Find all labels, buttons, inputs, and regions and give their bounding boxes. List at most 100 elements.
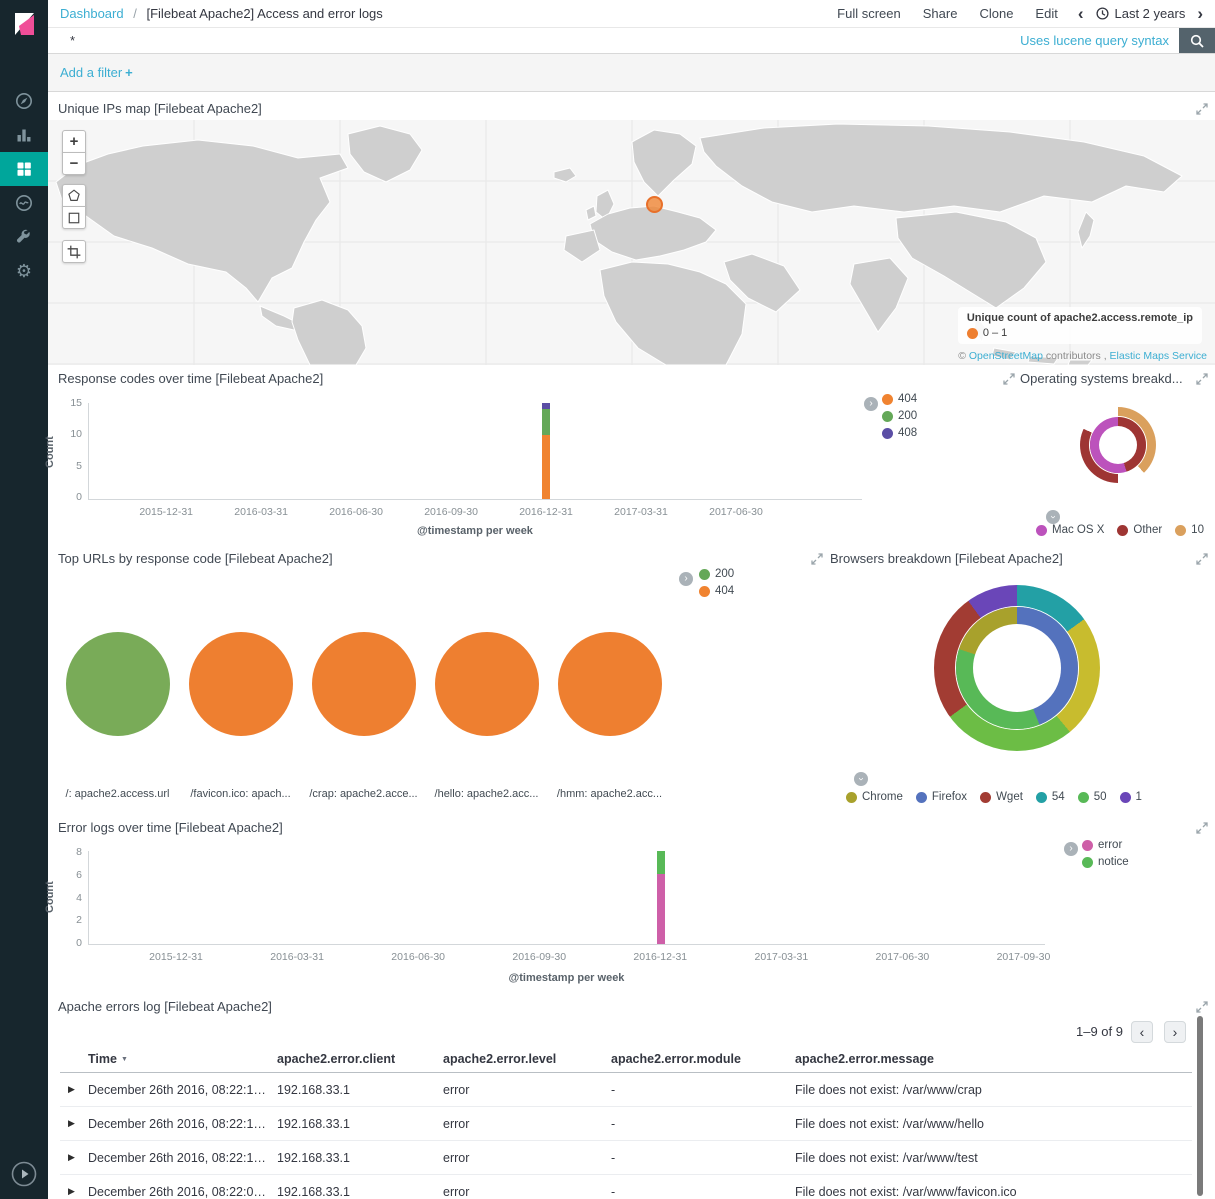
row-expand-icon[interactable]: ▶ [60, 1118, 88, 1129]
chevron-right-icon: › [869, 399, 872, 409]
pie-label: /: apache2.access.url [66, 788, 170, 800]
crop-bounds-button[interactable] [62, 240, 86, 263]
bar-segment-error[interactable] [657, 874, 665, 944]
bar-chart-icon [14, 125, 34, 145]
action-full-screen[interactable]: Full screen [837, 6, 901, 21]
pie-slice-404[interactable] [189, 632, 293, 736]
legend-item-error[interactable]: error [1082, 839, 1129, 851]
draw-rectangle-button[interactable] [62, 206, 86, 229]
expand-panel-icon[interactable] [1196, 373, 1208, 385]
time-next-button[interactable]: › [1197, 5, 1203, 22]
legend-item-54[interactable]: 54 [1036, 791, 1065, 803]
sidebar-item-management[interactable]: ⚙ [0, 254, 48, 288]
action-clone[interactable]: Clone [979, 6, 1013, 21]
sidebar-item-discover[interactable] [0, 84, 48, 118]
pie-slice-200[interactable] [66, 632, 170, 736]
compass-icon [14, 91, 34, 111]
legend-item-50[interactable]: 50 [1078, 791, 1107, 803]
cell-apache2.error.module: - [611, 1117, 795, 1131]
x-tick-label: 2017-03-31 [614, 506, 668, 518]
add-filter-button[interactable]: Add a filter+ [60, 65, 133, 80]
lucene-syntax-link[interactable]: Uses lucene query syntax [1020, 33, 1169, 48]
legend-item-200[interactable]: 200 [882, 410, 917, 422]
legend-swatch [1082, 857, 1093, 868]
panel-title-top-urls: Top URLs by response code [Filebeat Apac… [58, 551, 333, 566]
breadcrumb-dashboard-link[interactable]: Dashboard [60, 6, 124, 21]
row-expand-icon[interactable]: ▶ [60, 1186, 88, 1197]
timepicker-button[interactable]: Last 2 years [1096, 6, 1186, 21]
expand-panel-icon[interactable] [1196, 822, 1208, 834]
stacked-bar[interactable] [542, 403, 550, 499]
sidebar-item-timelion[interactable] [0, 186, 48, 220]
action-edit[interactable]: Edit [1035, 6, 1057, 21]
sidebar-item-dev-tools[interactable] [0, 220, 48, 254]
panel-title-apache-errors-log: Apache errors log [Filebeat Apache2] [58, 999, 272, 1014]
ems-link[interactable]: Elastic Maps Service [1110, 350, 1207, 362]
expand-panel-icon[interactable] [1196, 553, 1208, 565]
legend-toggle-icon[interactable]: › [679, 572, 693, 586]
legend-toggle-icon[interactable]: › [1046, 510, 1060, 524]
os-donut-chart[interactable] [1080, 407, 1156, 483]
legend-item-200[interactable]: 200 [699, 568, 734, 580]
row-expand-icon[interactable]: ▶ [60, 1152, 88, 1163]
pie-slice-404[interactable] [558, 632, 662, 736]
legend-toggle-icon[interactable]: › [1064, 842, 1078, 856]
time-prev-button[interactable]: ‹ [1078, 5, 1084, 22]
draw-polygon-button[interactable] [62, 184, 86, 207]
legend-item-Wget[interactable]: Wget [980, 791, 1023, 803]
legend-item-Mac OS X[interactable]: Mac OS X [1036, 524, 1104, 536]
legend-toggle-icon[interactable]: › [854, 772, 868, 786]
legend-swatch [846, 792, 857, 803]
pie-slice-404[interactable] [435, 632, 539, 736]
expand-panel-icon[interactable] [1196, 1001, 1208, 1013]
action-share[interactable]: Share [923, 6, 958, 21]
legend-item-408[interactable]: 408 [882, 427, 917, 439]
legend-swatch [980, 792, 991, 803]
sidebar-item-visualize[interactable] [0, 118, 48, 152]
table-row[interactable]: ▶December 26th 2016, 08:22:10.000192.168… [60, 1141, 1192, 1175]
scrollbar-thumb[interactable] [1197, 1016, 1203, 1196]
table-row[interactable]: ▶December 26th 2016, 08:22:17.000192.168… [60, 1073, 1192, 1107]
legend-item-Firefox[interactable]: Firefox [916, 791, 967, 803]
legend-swatch [1036, 792, 1047, 803]
legend-item-notice[interactable]: notice [1082, 856, 1129, 868]
collapse-nav-button[interactable] [10, 1160, 38, 1188]
pie: /hmm: apache2.acc... [548, 632, 671, 800]
table-row[interactable]: ▶December 26th 2016, 08:22:08.000192.168… [60, 1175, 1192, 1199]
error-logs-chart[interactable] [88, 851, 1045, 945]
pie-slice-404[interactable] [312, 632, 416, 736]
pagination-prev-button[interactable]: ‹ [1131, 1021, 1153, 1043]
table-row[interactable]: ▶December 26th 2016, 08:22:13.000192.168… [60, 1107, 1192, 1141]
sidebar-item-dashboard[interactable] [0, 152, 48, 186]
stacked-bar[interactable] [657, 851, 665, 944]
bar-segment-notice[interactable] [657, 851, 665, 874]
column-header-Time[interactable]: Time▼ [88, 1052, 277, 1066]
zoom-in-button[interactable]: + [62, 130, 86, 153]
legend-item-Other[interactable]: Other [1117, 524, 1162, 536]
bar-segment-200[interactable] [542, 409, 550, 435]
expand-panel-icon[interactable] [1196, 103, 1208, 115]
expand-panel-icon[interactable] [811, 553, 823, 565]
kibana-logo[interactable] [0, 0, 48, 48]
row-expand-icon[interactable]: ▶ [60, 1084, 88, 1095]
filter-bar: Add a filter+ [48, 54, 1215, 92]
world-map[interactable]: + − Un [48, 120, 1215, 365]
legend-item-10[interactable]: 10 [1175, 524, 1204, 536]
bar-segment-404[interactable] [542, 435, 550, 499]
search-button[interactable] [1179, 28, 1215, 53]
legend-item-Chrome[interactable]: Chrome [846, 791, 903, 803]
legend-item-1[interactable]: 1 [1120, 791, 1142, 803]
legend-item-404[interactable]: 404 [699, 585, 734, 597]
legend-swatch [1078, 792, 1089, 803]
pagination-next-button[interactable]: › [1164, 1021, 1186, 1043]
map-point-marker[interactable] [646, 196, 663, 213]
response-codes-chart[interactable] [88, 403, 862, 500]
search-input[interactable] [48, 28, 1020, 53]
kibana-dashboard-page: ⚙ Dashboard / [Filebeat Apache2] Access … [0, 0, 1215, 1199]
legend-item-404[interactable]: 404 [882, 393, 917, 405]
browsers-donut-chart[interactable] [934, 585, 1100, 751]
expand-panel-icon[interactable] [1003, 373, 1015, 385]
zoom-out-button[interactable]: − [62, 152, 86, 175]
legend-toggle-icon[interactable]: › [864, 397, 878, 411]
osm-link[interactable]: OpenStreetMap [969, 350, 1043, 362]
